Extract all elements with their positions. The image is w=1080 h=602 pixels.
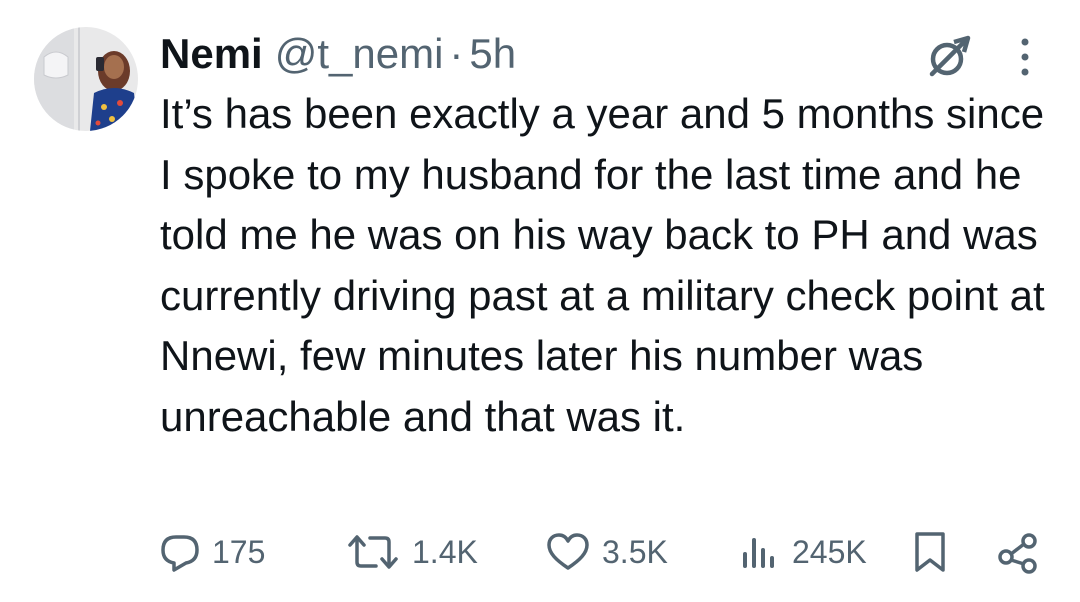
avatar[interactable]	[34, 27, 138, 131]
views-count: 245K	[792, 534, 867, 570]
views-button[interactable]: 245K	[740, 528, 867, 576]
repost-count: 1.4K	[412, 534, 478, 570]
display-name[interactable]: Nemi	[160, 30, 263, 78]
grok-icon[interactable]	[926, 34, 972, 80]
like-icon	[547, 533, 589, 570]
tweet[interactable]: Nemi @t_nemi · 5h It’s has been exactly …	[0, 0, 1080, 602]
repost-icon	[348, 535, 398, 569]
timestamp[interactable]: 5h	[469, 30, 516, 78]
tweet-text: It’s has been exactly a year and 5 month…	[160, 90, 1045, 440]
like-button[interactable]: 3.5K	[546, 528, 668, 576]
repost-button[interactable]: 1.4K	[346, 528, 478, 576]
more-options-icon[interactable]	[1010, 34, 1040, 80]
views-icon	[743, 538, 774, 568]
reply-button[interactable]: 175	[160, 528, 265, 576]
bookmark-button[interactable]	[912, 528, 948, 576]
action-bar: 175 1.4K 3.5K 245K	[0, 528, 1080, 576]
share-button[interactable]	[996, 528, 1040, 576]
reply-count: 175	[212, 534, 266, 570]
reply-icon	[161, 535, 199, 572]
share-icon	[998, 533, 1037, 574]
bookmark-icon	[915, 532, 945, 572]
separator-dot: ·	[449, 30, 464, 77]
like-count: 3.5K	[602, 534, 668, 570]
user-handle[interactable]: @t_nemi	[275, 30, 444, 78]
avatar-image	[34, 27, 138, 131]
tweet-header: Nemi @t_nemi · 5h	[160, 30, 516, 78]
